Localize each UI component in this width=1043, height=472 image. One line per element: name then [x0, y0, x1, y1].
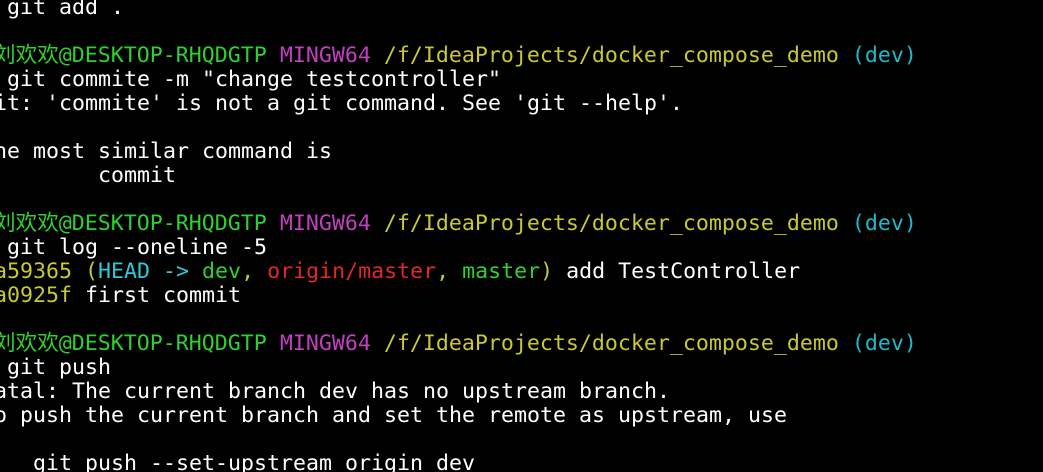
terminal-text: it: 'commite' is not a git command. See …	[0, 91, 684, 116]
terminal-text: (dev)	[851, 211, 917, 236]
terminal-text: dev	[202, 259, 242, 284]
terminal-text: )	[540, 259, 554, 284]
terminal-line: git push	[0, 356, 111, 380]
terminal-text: /f/IdeaProjects/docker_compose_demo	[383, 331, 839, 356]
terminal-text: first commit	[72, 283, 242, 308]
terminal-text: he most similar command is	[0, 139, 333, 164]
terminal-text: MINGW64	[279, 331, 371, 356]
terminal-line: a59365 (HEAD -> dev, origin/master, mast…	[0, 260, 800, 284]
terminal-text: 刘欢欢@DESKTOP-RHQDGTP	[0, 211, 267, 236]
terminal-text: MINGW64	[279, 43, 371, 68]
terminal-line: 刘欢欢@DESKTOP-RHQDGTP MINGW64 /f/IdeaProje…	[0, 332, 917, 356]
terminal-text: (	[72, 259, 99, 284]
terminal-line: atal: The current branch dev has no upst…	[0, 380, 670, 404]
terminal-line: 刘欢欢@DESKTOP-RHQDGTP MINGW64 /f/IdeaProje…	[0, 212, 917, 236]
terminal-text: git push --set-upstream origin dev	[0, 451, 476, 472]
terminal-text: (dev)	[851, 43, 917, 68]
terminal-line: a0925f first commit	[0, 284, 241, 308]
terminal-text: /f/IdeaProjects/docker_compose_demo	[383, 211, 839, 236]
terminal-text: (dev)	[851, 331, 917, 356]
terminal-text: /f/IdeaProjects/docker_compose_demo	[383, 43, 839, 68]
terminal-line: git push --set-upstream origin dev	[0, 452, 475, 472]
terminal-text: master	[462, 259, 541, 284]
terminal-line: it: 'commite' is not a git command. See …	[0, 92, 683, 116]
terminal-text: 刘欢欢@DESKTOP-RHQDGTP	[0, 331, 267, 356]
terminal-line: git log --oneline -5	[0, 236, 267, 260]
terminal-line: git commite -m "change testcontroller"	[0, 68, 501, 92]
terminal-text: 刘欢欢@DESKTOP-RHQDGTP	[0, 43, 267, 68]
terminal-line: commit	[0, 164, 176, 188]
terminal-line: o push the current branch and set the re…	[0, 404, 787, 428]
terminal-text: HEAD ->	[98, 259, 203, 284]
terminal-text: a59365	[0, 259, 73, 284]
terminal-line: he most similar command is	[0, 140, 332, 164]
terminal-text: o push the current branch and set the re…	[0, 403, 788, 428]
terminal-text: add TestController	[553, 259, 801, 284]
terminal-text: ,	[241, 259, 268, 284]
terminal-text: git commite -m "change testcontroller"	[0, 67, 502, 92]
terminal-window[interactable]: git add . 刘欢欢@DESKTOP-RHQDGTP MINGW64 /f/…	[0, 0, 1043, 472]
terminal-text: atal: The current branch dev has no upst…	[0, 379, 671, 404]
terminal-text: commit	[0, 163, 177, 188]
terminal-text: origin/master	[267, 259, 437, 284]
terminal-text: git push	[0, 355, 112, 380]
terminal-text: ,	[436, 259, 463, 284]
terminal-text: git add .	[0, 0, 125, 20]
terminal-line: git add .	[0, 0, 124, 20]
terminal-text: git log --oneline -5	[0, 235, 268, 260]
terminal-line: 刘欢欢@DESKTOP-RHQDGTP MINGW64 /f/IdeaProje…	[0, 44, 917, 68]
terminal-text: a0925f	[0, 283, 73, 308]
terminal-text: MINGW64	[279, 211, 371, 236]
